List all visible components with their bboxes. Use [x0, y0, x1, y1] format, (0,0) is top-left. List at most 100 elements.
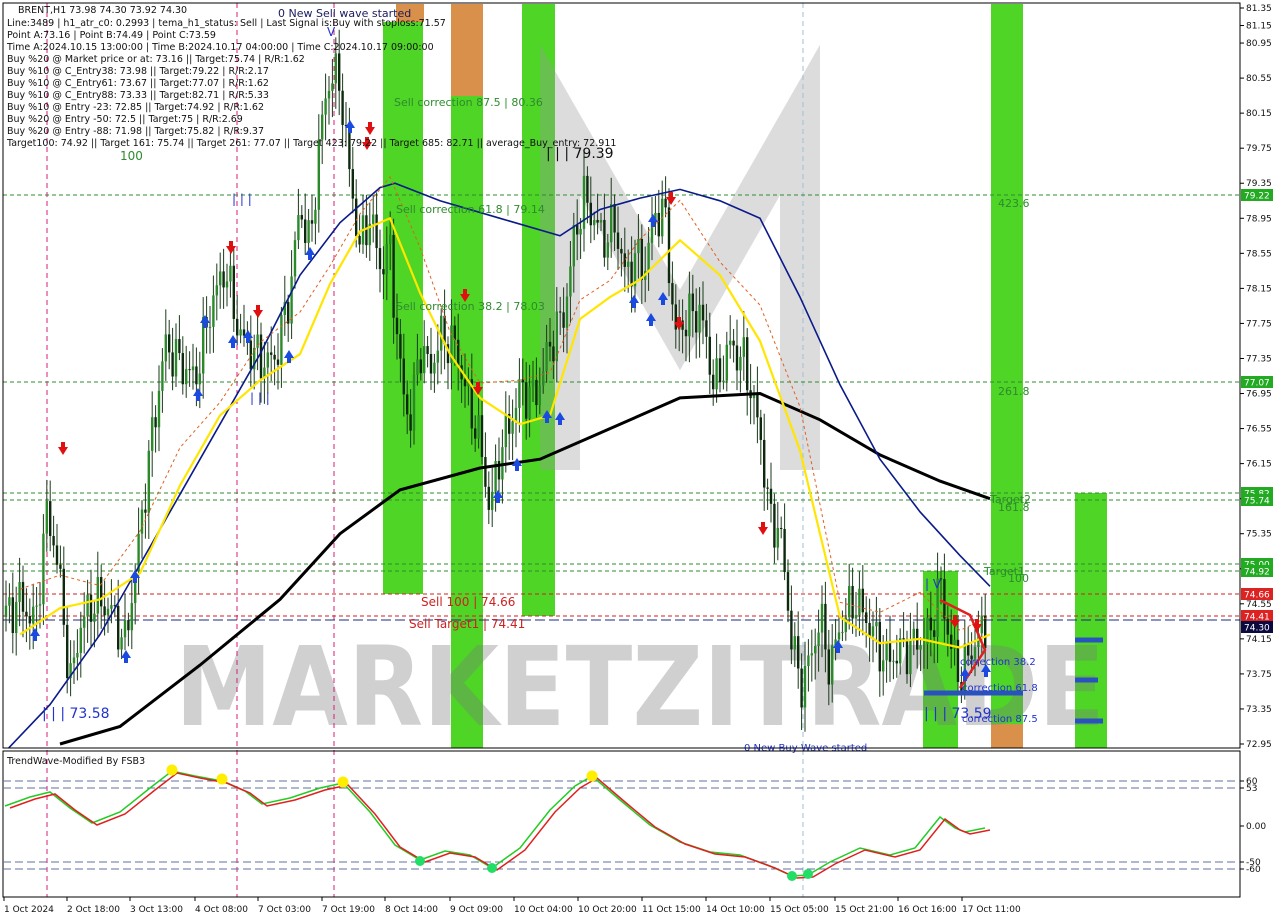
candle-body	[562, 312, 565, 328]
candle-body	[42, 533, 45, 605]
candle-body	[191, 366, 195, 371]
time-tick-label: 7 Oct 19:00	[322, 905, 375, 915]
candle-body	[321, 114, 324, 140]
candle-body	[290, 276, 293, 324]
candle-body	[385, 243, 388, 275]
candle-body	[929, 617, 932, 631]
candle-body	[178, 339, 181, 354]
candle-body	[59, 564, 62, 569]
candle-body	[807, 655, 810, 667]
candle-body	[453, 325, 456, 340]
candle-body	[66, 624, 69, 679]
candle-body	[215, 285, 218, 296]
candle-body	[72, 657, 76, 664]
info-line: Buy %10 @ C_Entry38: 73.98 || Target:79.…	[7, 66, 269, 77]
info-line: Target100: 74.92 || Target 161: 75.74 ||…	[6, 138, 616, 149]
candle-body	[423, 346, 426, 374]
candle-body	[429, 354, 433, 374]
candle-body	[742, 337, 745, 357]
time-tick-label: 10 Oct 20:00	[578, 905, 637, 915]
candle-body	[4, 605, 8, 617]
label-price-7358: | | | 73.58	[42, 706, 110, 722]
candle-body	[35, 605, 38, 607]
candle-body	[725, 344, 728, 381]
candle-body	[616, 232, 620, 249]
candle-body	[902, 638, 905, 640]
candle-body	[708, 336, 711, 375]
candle-body	[827, 649, 830, 685]
label-corr-875: correction 87.5	[962, 714, 1038, 725]
candle-body	[688, 293, 691, 337]
indicator-tick-label: 53	[1246, 784, 1257, 794]
price-tag-label: 74.30	[1244, 624, 1270, 634]
candle-body	[174, 339, 178, 377]
candle-body	[327, 90, 331, 99]
indicator-title: TrendWave-Modified By FSB3	[6, 756, 145, 767]
candle-body	[559, 311, 562, 313]
candle-body	[168, 334, 171, 353]
candle-body	[161, 361, 164, 391]
candle-body	[691, 293, 694, 312]
candle-body	[712, 374, 715, 390]
info-line: Buy %10 @ C_Entry88: 73.33 || Target:82.…	[7, 90, 269, 101]
candle-body	[487, 486, 490, 510]
candle-body	[157, 390, 161, 428]
candle-body	[399, 334, 402, 359]
symbol-line: BRENT,H1 73.98 74.30 73.92 74.30	[18, 5, 187, 16]
time-tick-label: 10 Oct 04:00	[514, 905, 573, 915]
time-tick-label: 2 Oct 18:00	[67, 905, 120, 915]
candle-body	[103, 606, 106, 616]
candle-body	[810, 653, 813, 656]
label-wave-iii-b: | | |	[250, 391, 270, 405]
candle-body	[276, 359, 280, 365]
label-sell-corr-875: Sell correction 87.5 | 80.36	[394, 96, 543, 109]
candle-body	[378, 248, 382, 270]
candle-body	[671, 283, 674, 305]
info-line: Buy %20 @ Entry -50: 72.5 || Target:75 |…	[7, 114, 243, 125]
candle-body	[477, 415, 480, 439]
candle-body	[596, 219, 599, 223]
candle-body	[593, 219, 596, 226]
price-tick-label: 77.35	[1246, 354, 1272, 364]
candle-body	[395, 317, 399, 335]
candle-body	[909, 639, 912, 675]
candle-body	[365, 215, 368, 246]
candle-body	[392, 235, 395, 318]
candle-body	[610, 204, 613, 243]
candle-body	[304, 219, 307, 243]
candle-body	[892, 660, 895, 662]
candle-body	[188, 369, 191, 371]
candle-body	[480, 415, 484, 458]
label-corr-382: correction 38.2	[960, 657, 1036, 668]
candle-body	[324, 98, 327, 115]
candle-body	[198, 373, 201, 385]
price-tick-label: 77.75	[1246, 319, 1272, 329]
candle-body	[786, 572, 790, 611]
time-tick-label: 15 Oct 05:00	[770, 905, 829, 915]
candle-body	[297, 215, 300, 241]
candle-body	[548, 341, 552, 347]
candle-body	[287, 302, 290, 324]
price-tick-label: 79.35	[1246, 179, 1272, 189]
candle-body	[606, 242, 609, 258]
candle-body	[338, 53, 341, 91]
candle-body	[589, 202, 592, 226]
candle-body	[715, 358, 718, 390]
candle-body	[905, 639, 909, 675]
info-line: Buy %20 @ Entry -88: 71.98 || Target:75.…	[7, 126, 264, 137]
candle-body	[86, 594, 89, 617]
chart-window: MARKETZITRADE 100 0 New Sell wave starte	[0, 0, 1280, 920]
candle-body	[38, 604, 42, 606]
label-wave-iii-a: | | |	[232, 192, 252, 206]
label-fib-261: 261.8	[998, 385, 1030, 398]
candle-body	[147, 450, 150, 513]
candle-body	[436, 350, 439, 363]
candle-body	[790, 610, 793, 650]
candle-body	[820, 603, 824, 633]
candle-body	[185, 369, 188, 385]
candle-body	[83, 616, 86, 628]
price-tick-label: 74.55	[1246, 600, 1272, 610]
candle-body	[718, 358, 722, 383]
candle-body	[701, 304, 705, 321]
candle-body	[412, 374, 416, 431]
